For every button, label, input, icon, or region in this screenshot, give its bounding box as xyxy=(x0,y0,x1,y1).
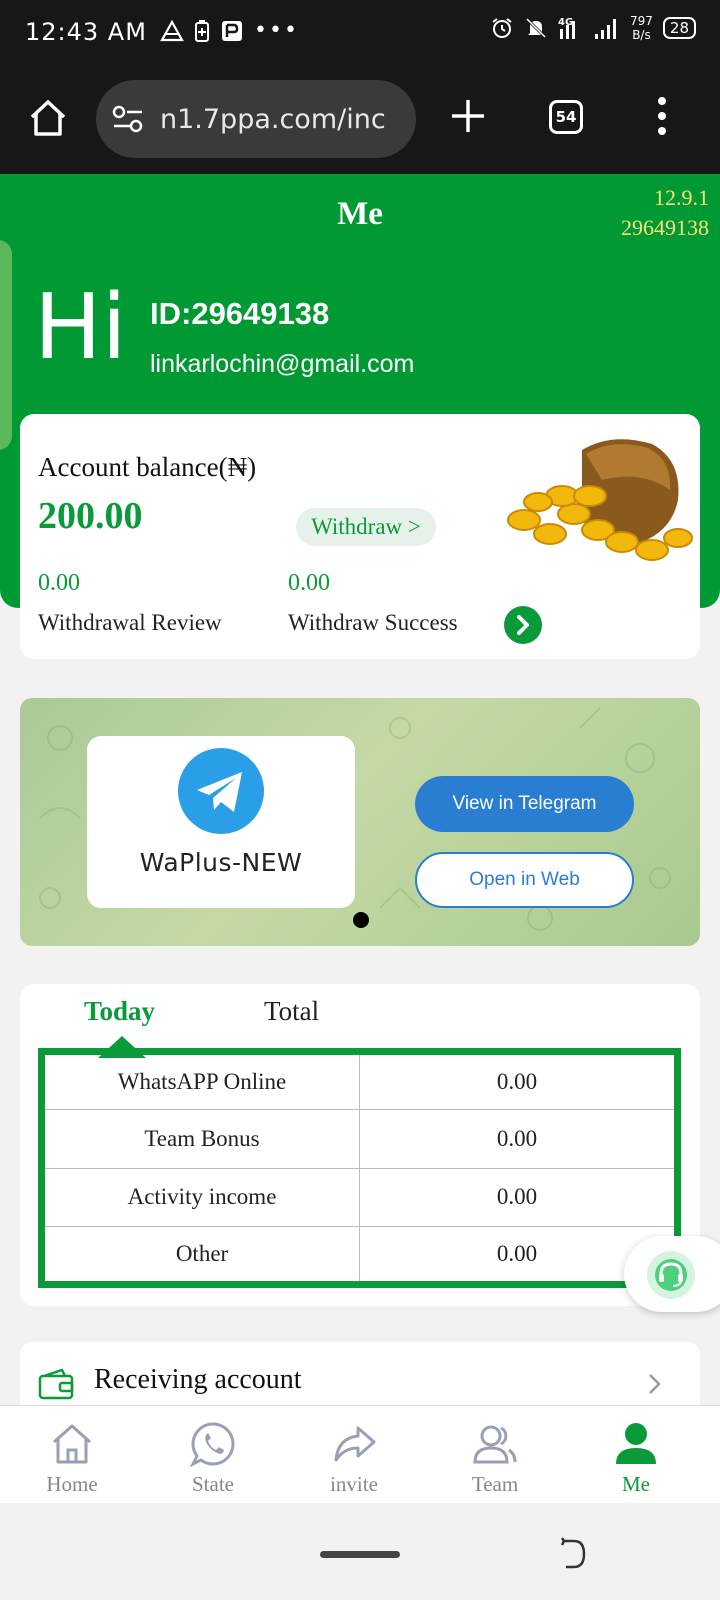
tab-switcher-button[interactable]: 54 xyxy=(549,100,583,134)
telegram-banner[interactable]: WaPlus-NEW View in Telegram Open in Web xyxy=(20,698,700,946)
balance-amount: 200.00 xyxy=(38,495,143,537)
nav-label: State xyxy=(192,1472,234,1496)
balance-card: Account balance(₦) 200.00 Withdraw > 0.0… xyxy=(20,414,700,659)
carousel-indicator[interactable] xyxy=(353,912,369,928)
home-gesture-pill[interactable] xyxy=(320,1551,400,1558)
telegram-channel-card: WaPlus-NEW xyxy=(87,736,355,908)
nav-triangle-icon xyxy=(160,19,184,41)
nav-home[interactable]: Home xyxy=(0,1406,144,1504)
site-settings-icon[interactable] xyxy=(112,104,144,134)
mute-icon xyxy=(525,17,547,39)
nav-team[interactable]: Team xyxy=(423,1406,567,1504)
table-row: Other 0.00 xyxy=(41,1225,678,1286)
browser-menu-icon[interactable] xyxy=(656,96,668,136)
row-value: 0.00 xyxy=(359,1109,678,1169)
url-text[interactable]: n1.7ppa.com/inc xyxy=(160,104,386,135)
receiving-account-label: Receiving account xyxy=(94,1364,302,1395)
status-right-icons: 4G 797 B/s 28 xyxy=(490,14,696,42)
net-speed: 797 B/s xyxy=(630,14,653,42)
new-tab-icon[interactable] xyxy=(448,96,488,136)
income-table: WhatsAPP Online 0.00 Team Bonus 0.00 Activ… xyxy=(38,1048,681,1288)
url-bar[interactable]: n1.7ppa.com/inc xyxy=(96,80,416,158)
headset-icon xyxy=(647,1251,695,1299)
home-icon xyxy=(53,1424,91,1464)
table-row: Activity income 0.00 xyxy=(41,1167,678,1227)
withdraw-records-button[interactable] xyxy=(504,606,542,644)
withdraw-success-value: 0.00 xyxy=(288,570,330,596)
nav-label: Home xyxy=(46,1472,98,1496)
withdrawal-review-value: 0.00 xyxy=(38,570,80,596)
team-icon xyxy=(473,1425,517,1464)
version-number: 12.9.1 xyxy=(654,185,709,210)
nav-me[interactable]: Me xyxy=(564,1406,708,1504)
nav-label: Team xyxy=(471,1472,519,1496)
receiving-account-row[interactable]: Receiving account xyxy=(20,1342,700,1412)
more-dots-icon: ••• xyxy=(254,18,299,43)
user-icon xyxy=(616,1423,656,1464)
withdraw-success-label: Withdraw Success xyxy=(288,610,458,635)
telegram-logo-icon xyxy=(178,748,264,834)
battery-saver-icon xyxy=(195,19,209,42)
chevron-right-icon xyxy=(517,615,529,635)
nav-label: invite xyxy=(330,1472,378,1496)
user-id: ID:29649138 xyxy=(150,296,330,331)
4g-signal-icon: 4G xyxy=(558,17,575,39)
nav-invite[interactable]: invite xyxy=(282,1406,426,1504)
status-bar: 12:43 AM ••• 4G 797 B/s 28 xyxy=(0,0,720,66)
income-card: Today Total WhatsAPP Online 0.00 Team Bon… xyxy=(20,984,700,1306)
withdrawal-review-label: Withdrawal Review xyxy=(38,610,222,635)
table-row: WhatsAPP Online 0.00 xyxy=(41,1050,678,1111)
share-icon xyxy=(334,1426,376,1462)
user-email: linkarlochin@gmail.com xyxy=(150,350,415,378)
nav-label: Me xyxy=(622,1472,650,1496)
system-gesture-bar xyxy=(0,1503,720,1600)
coin-bag-icon xyxy=(507,439,693,561)
page-title: Me xyxy=(337,196,383,232)
side-drawer-handle[interactable] xyxy=(0,240,12,450)
version-id: 29649138 xyxy=(621,215,709,240)
open-in-web-button[interactable]: Open in Web xyxy=(415,852,634,908)
tab-total[interactable]: Total xyxy=(264,996,319,1027)
view-in-telegram-button[interactable]: View in Telegram xyxy=(415,776,634,832)
version-info: 12.9.1 29649138 xyxy=(621,183,709,243)
home-icon[interactable] xyxy=(28,98,68,138)
status-left-icons: ••• xyxy=(160,18,299,43)
alarm-icon xyxy=(492,18,512,38)
telegram-channel-name: WaPlus-NEW xyxy=(139,848,303,877)
signal-icon xyxy=(595,19,616,39)
status-time: 12:43 AM xyxy=(25,18,147,46)
row-label: Team Bonus xyxy=(41,1109,360,1169)
row-value: 0.00 xyxy=(359,1050,678,1111)
chevron-right-icon xyxy=(649,1374,661,1394)
row-label: Activity income xyxy=(41,1167,360,1227)
nfc-icon xyxy=(222,20,242,41)
customer-support-button[interactable] xyxy=(624,1236,720,1312)
browser-toolbar: n1.7ppa.com/inc 54 xyxy=(0,66,720,174)
row-label: WhatsAPP Online xyxy=(41,1050,360,1111)
nav-state[interactable]: State xyxy=(141,1406,285,1504)
bottom-navigation: Home State invite Team Me xyxy=(0,1405,720,1503)
rotate-icon[interactable] xyxy=(558,1537,588,1571)
whatsapp-icon xyxy=(189,1422,235,1468)
greeting: Hi xyxy=(34,275,127,380)
withdraw-button[interactable]: Withdraw > xyxy=(296,508,436,546)
row-label: Other xyxy=(41,1225,360,1286)
wallet-icon xyxy=(38,1368,74,1400)
svg-text:4G: 4G xyxy=(558,17,573,28)
row-value: 0.00 xyxy=(359,1167,678,1227)
tab-today[interactable]: Today xyxy=(84,996,155,1027)
balance-label: Account balance(₦) xyxy=(38,452,257,482)
table-row: Team Bonus 0.00 xyxy=(41,1109,678,1169)
battery-indicator: 28 xyxy=(662,17,696,39)
